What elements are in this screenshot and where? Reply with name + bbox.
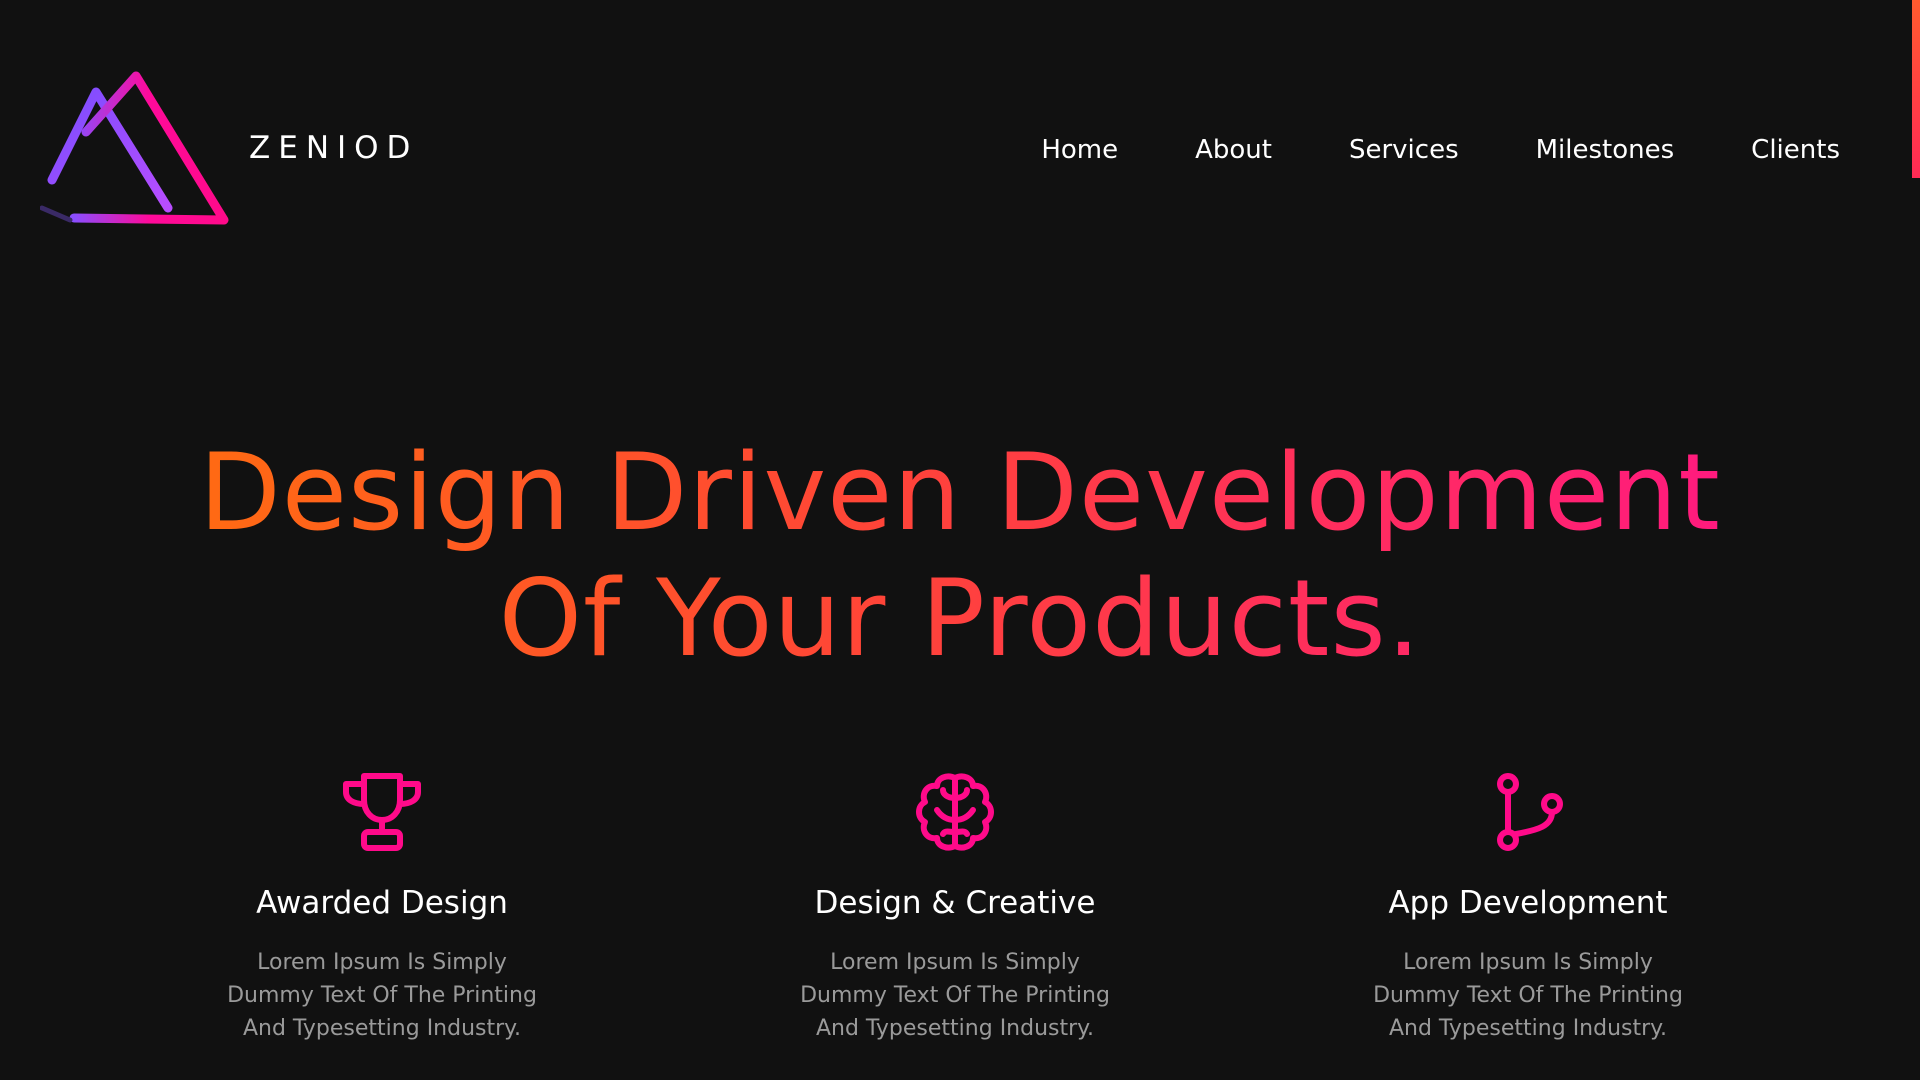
- features-section: Awarded Design Lorem Ipsum Is Simply Dum…: [0, 770, 1920, 1070]
- git-branch-icon: [1486, 770, 1570, 854]
- main-nav: Home About Services Milestones Clients: [1000, 134, 1840, 168]
- feature-title: Design & Creative: [814, 885, 1096, 921]
- trophy-icon: [340, 770, 424, 854]
- site-header: ZENIOD Home About Services Milestones Cl…: [0, 0, 1920, 300]
- hero-heading-line-1: Design Driven Development: [199, 431, 1721, 554]
- feature-title: Awarded Design: [256, 885, 508, 921]
- mountain-triangles-logo-icon: [39, 71, 229, 225]
- brand-logo[interactable]: [39, 68, 240, 228]
- page: ZENIOD Home About Services Milestones Cl…: [0, 0, 1920, 1080]
- feature-title: App Development: [1388, 885, 1668, 921]
- hero-section: Design Driven Development Of Your Produc…: [0, 430, 1920, 682]
- hero-heading: Design Driven Development Of Your Produc…: [199, 430, 1721, 682]
- brand-name[interactable]: ZENIOD: [249, 130, 418, 166]
- feature-description: Lorem Ipsum Is Simply Dummy Text Of The …: [800, 950, 1110, 1041]
- nav-home[interactable]: Home: [1041, 134, 1118, 168]
- nav-services[interactable]: Services: [1349, 134, 1459, 168]
- feature-card-awarded-design: Awarded Design Lorem Ipsum Is Simply Dum…: [172, 770, 592, 1045]
- brain-icon: [913, 770, 997, 854]
- feature-description: Lorem Ipsum Is Simply Dummy Text Of The …: [227, 950, 537, 1041]
- scroll-indicator[interactable]: [1912, 0, 1920, 178]
- feature-card-design-creative: Design & Creative Lorem Ipsum Is Simply …: [745, 770, 1165, 1045]
- hero-heading-line-2: Of Your Products.: [498, 557, 1422, 680]
- feature-card-app-development: App Development Lorem Ipsum Is Simply Du…: [1318, 770, 1738, 1045]
- nav-clients[interactable]: Clients: [1751, 134, 1840, 168]
- feature-description: Lorem Ipsum Is Simply Dummy Text Of The …: [1373, 950, 1683, 1041]
- nav-milestones[interactable]: Milestones: [1536, 134, 1675, 168]
- nav-about[interactable]: About: [1195, 134, 1272, 168]
